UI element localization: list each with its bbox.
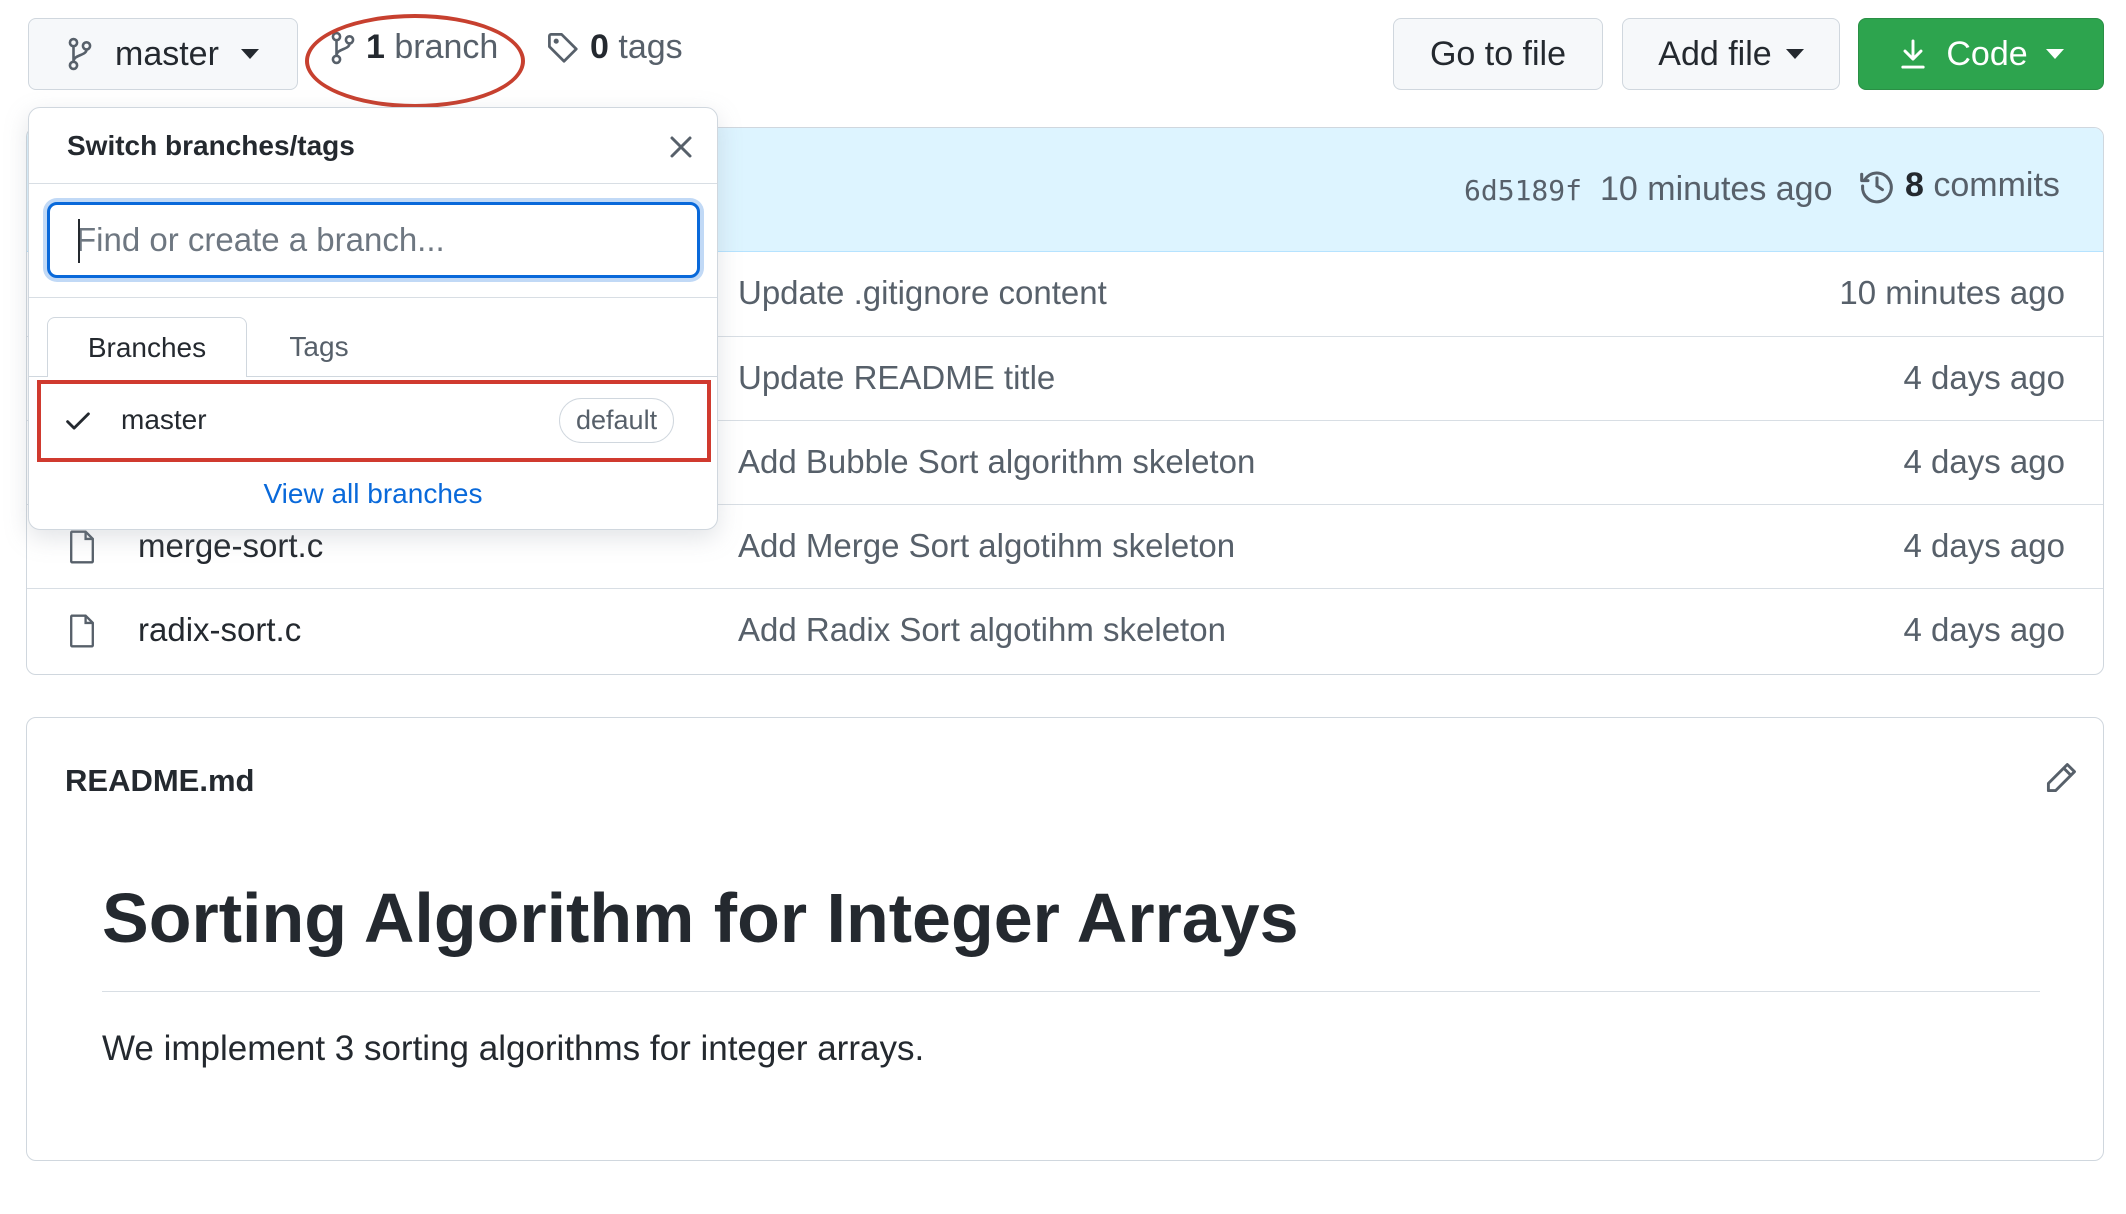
default-badge: default bbox=[559, 398, 675, 443]
file-name[interactable]: radix-sort.c bbox=[138, 611, 301, 649]
divider bbox=[29, 183, 717, 184]
git-branch-icon bbox=[67, 37, 93, 71]
history-icon bbox=[1859, 168, 1895, 204]
commit-message[interactable]: Update .gitignore content bbox=[738, 274, 1107, 312]
add-file-button[interactable]: Add file bbox=[1622, 18, 1840, 90]
commit-age: 4 days ago bbox=[1903, 527, 2065, 564]
branch-select-label: master bbox=[115, 34, 219, 73]
readme-heading: Sorting Algorithm for Integer Arrays bbox=[102, 879, 1299, 957]
branch-search-input[interactable] bbox=[50, 205, 697, 275]
tags-count: 0 bbox=[590, 28, 609, 66]
file-icon bbox=[67, 613, 97, 649]
commit-message[interactable]: Update README title bbox=[738, 359, 1055, 397]
code-label: Code bbox=[1946, 34, 2028, 73]
dropdown-title: Switch branches/tags bbox=[67, 130, 355, 161]
download-icon bbox=[1898, 38, 1928, 70]
commit-message[interactable]: Add Merge Sort algotihm skeleton bbox=[738, 527, 1235, 565]
file-icon bbox=[67, 529, 97, 565]
branch-select-button[interactable]: master bbox=[28, 18, 298, 90]
commit-message[interactable]: Add Bubble Sort algorithm skeleton bbox=[738, 443, 1255, 481]
chevron-down-icon bbox=[1785, 49, 1804, 59]
branch-search-field[interactable] bbox=[47, 202, 700, 278]
text-cursor bbox=[78, 219, 80, 263]
view-all-branches-link[interactable]: View all branches bbox=[29, 478, 717, 510]
chevron-down-icon bbox=[240, 49, 259, 59]
code-button[interactable]: Code bbox=[1858, 18, 2104, 90]
branch-switcher-dropdown: Switch branches/tags Branches Tags maste… bbox=[28, 107, 718, 530]
chevron-down-icon bbox=[2045, 49, 2064, 59]
heading-rule bbox=[102, 991, 2040, 992]
annotation-ellipse bbox=[305, 14, 525, 108]
commit-sha[interactable]: 6d5189f bbox=[1464, 174, 1582, 207]
readme-paragraph: We implement 3 sorting algorithms for in… bbox=[102, 1029, 925, 1068]
commit-age: 4 days ago bbox=[1903, 611, 2065, 648]
add-file-label: Add file bbox=[1658, 34, 1772, 73]
branch-item-master[interactable]: master default bbox=[37, 380, 711, 462]
commit-age: 4 days ago bbox=[1903, 359, 2065, 396]
pencil-icon[interactable] bbox=[2043, 760, 2079, 796]
commit-age: 4 days ago bbox=[1903, 443, 2065, 480]
commit-time: 10 minutes ago bbox=[1600, 170, 1833, 208]
tab-tags[interactable]: Tags bbox=[249, 317, 389, 377]
divider bbox=[29, 297, 717, 298]
tags-link[interactable]: 0 tags bbox=[546, 28, 683, 67]
commit-age: 10 minutes ago bbox=[1839, 274, 2065, 311]
go-to-file-label: Go to file bbox=[1429, 34, 1567, 73]
tab-branches[interactable]: Branches bbox=[47, 317, 247, 377]
tags-label: tags bbox=[618, 28, 683, 66]
check-icon bbox=[65, 410, 91, 432]
close-icon[interactable] bbox=[666, 132, 696, 162]
readme-panel: README.md Sorting Algorithm for Integer … bbox=[26, 717, 2104, 1161]
file-row[interactable]: radix-sort.c Add Radix Sort algotihm ske… bbox=[27, 588, 2103, 672]
commit-message[interactable]: Add Radix Sort algotihm skeleton bbox=[738, 611, 1226, 649]
file-name[interactable]: merge-sort.c bbox=[138, 527, 323, 565]
readme-filename[interactable]: README.md bbox=[65, 763, 254, 799]
go-to-file-button[interactable]: Go to file bbox=[1393, 18, 1603, 90]
commits-link[interactable]: 8 commits bbox=[1859, 166, 2060, 205]
tag-icon bbox=[546, 31, 580, 65]
branch-name: master bbox=[121, 404, 207, 435]
commits-count: 8 bbox=[1905, 166, 1924, 204]
commits-label: commits bbox=[1933, 166, 2060, 204]
